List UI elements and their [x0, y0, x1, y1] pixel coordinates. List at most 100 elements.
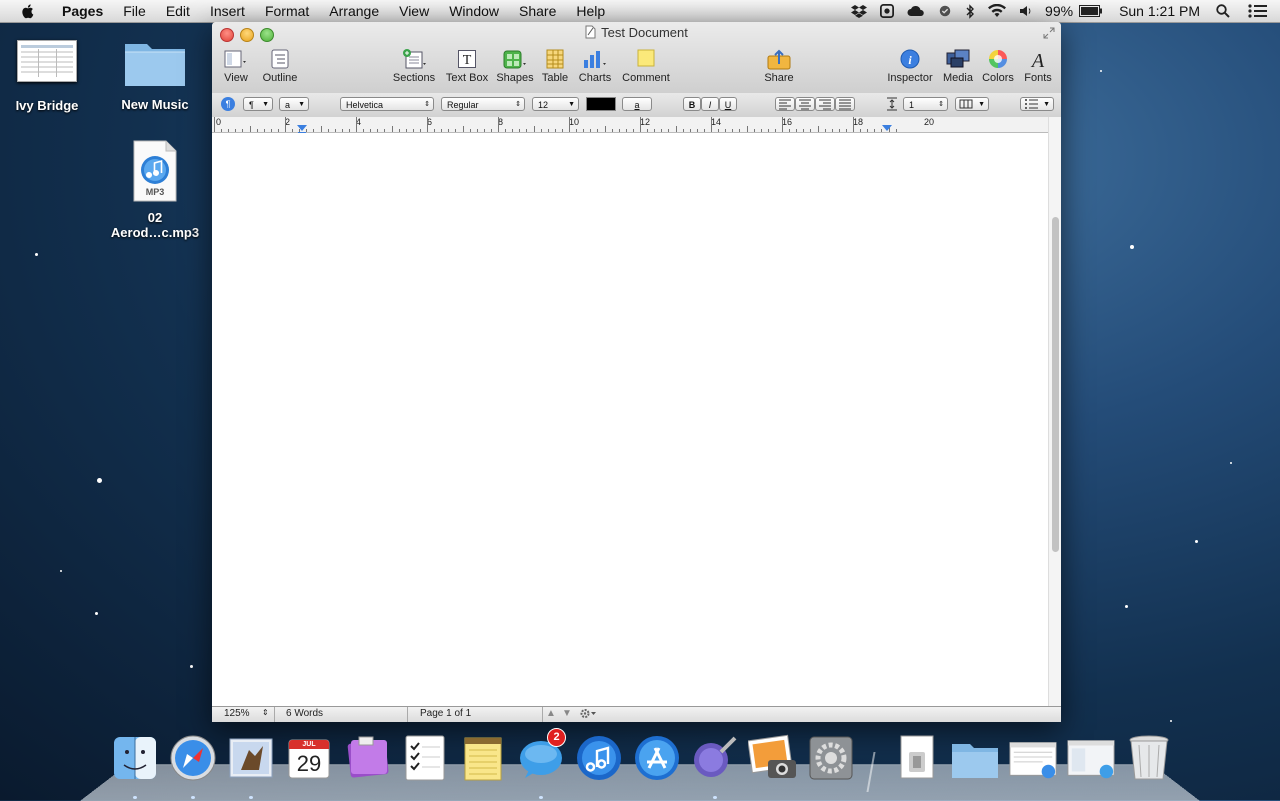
menu-insert[interactable]: Insert: [200, 3, 255, 19]
italic-button[interactable]: I: [701, 97, 719, 111]
outline-label: Outline: [262, 72, 298, 84]
word-count[interactable]: 6 Words: [286, 708, 323, 719]
dock-preview[interactable]: [690, 732, 740, 784]
cloud-icon[interactable]: [907, 5, 925, 17]
dock-notebook[interactable]: [342, 732, 392, 784]
media-button[interactable]: Media: [940, 48, 976, 84]
outline-button[interactable]: Outline: [258, 48, 302, 84]
screen-record-icon[interactable]: [879, 4, 895, 18]
dock-messages[interactable]: 2: [516, 728, 566, 784]
ruler-tick: [455, 129, 457, 132]
dock-finder[interactable]: [110, 732, 160, 784]
styles-drawer-icon[interactable]: ¶: [221, 97, 235, 111]
columns-popup[interactable]: ▼: [955, 97, 989, 111]
fullscreen-icon[interactable]: [1043, 26, 1055, 44]
spotlight-search-icon[interactable]: [1216, 4, 1230, 18]
menu-app-pages[interactable]: Pages: [52, 3, 113, 19]
ruler-tick: [561, 129, 563, 132]
wifi-icon[interactable]: [987, 4, 1007, 18]
ruler[interactable]: 0 2 4 6 8 10 12 14 16 18 20: [212, 117, 1049, 135]
table-button[interactable]: Table: [540, 48, 570, 84]
menu-window[interactable]: Window: [439, 3, 509, 19]
battery-icon[interactable]: [1079, 5, 1103, 17]
menu-bar: Pages File Edit Insert Format Arrange Vi…: [0, 0, 1280, 23]
volume-icon[interactable]: [1019, 4, 1033, 18]
zoom-stepper-icon[interactable]: ⇕: [262, 708, 269, 717]
bluetooth-icon[interactable]: [965, 3, 975, 19]
highlight-color-well[interactable]: a: [622, 97, 652, 111]
text-color-well[interactable]: [586, 97, 616, 111]
gear-icon[interactable]: [579, 707, 597, 722]
align-center-button[interactable]: [795, 97, 815, 111]
dropbox-icon[interactable]: [851, 4, 868, 18]
inspector-button[interactable]: i Inspector: [886, 48, 934, 84]
paragraph-style-popup[interactable]: ¶ ▼: [243, 97, 273, 111]
document-page[interactable]: [212, 133, 1046, 707]
previous-page-icon[interactable]: ▲: [546, 708, 556, 719]
ruler-tick: [405, 129, 407, 132]
menu-edit[interactable]: Edit: [156, 3, 200, 19]
typeface-popup[interactable]: Regular ⇕: [441, 97, 525, 111]
notification-center-icon[interactable]: [1248, 4, 1268, 18]
dock-documents-stack[interactable]: [892, 732, 942, 784]
vertical-scrollbar[interactable]: [1048, 117, 1061, 707]
dock-screenshot-stack[interactable]: [1008, 732, 1058, 784]
align-right-button[interactable]: [815, 97, 835, 111]
scrollbar-thumb[interactable]: [1052, 217, 1059, 552]
running-indicator: [133, 796, 137, 799]
desktop-icon-ivy-bridge[interactable]: Ivy Bridge: [10, 40, 84, 113]
inspector-icon: i: [886, 48, 934, 70]
text-box-button[interactable]: T Text Box: [444, 48, 490, 84]
view-button[interactable]: View: [222, 48, 250, 84]
menu-file[interactable]: File: [113, 3, 156, 19]
dock-mail[interactable]: [226, 732, 276, 784]
justify-button[interactable]: [835, 97, 855, 111]
charts-button[interactable]: Charts: [576, 48, 614, 84]
battery-percent[interactable]: 99%: [1045, 3, 1073, 19]
font-size-field[interactable]: 12 ▼: [532, 97, 579, 111]
dock-system-preferences[interactable]: [806, 732, 856, 784]
ruler-tick: [285, 117, 286, 132]
menu-arrange[interactable]: Arrange: [319, 3, 389, 19]
sync-icon[interactable]: [937, 4, 953, 18]
line-spacing-field[interactable]: 1 ⇕: [903, 97, 948, 111]
next-page-icon[interactable]: ▼: [562, 708, 572, 719]
menu-help[interactable]: Help: [566, 3, 615, 19]
dock-reminders[interactable]: [400, 732, 450, 784]
fonts-button[interactable]: A Fonts: [1020, 48, 1056, 84]
underline-button[interactable]: U: [719, 97, 737, 111]
dock-calendar[interactable]: JUL 29: [284, 732, 334, 784]
align-left-button[interactable]: [775, 97, 795, 111]
menu-share[interactable]: Share: [509, 3, 566, 19]
colors-button[interactable]: Colors: [980, 48, 1016, 84]
desktop-icon-mp3-file[interactable]: MP3 02 Aerod…c.mp3: [110, 140, 200, 240]
sections-button[interactable]: Sections: [392, 48, 436, 84]
ruler-tick: [434, 129, 436, 132]
inspector-label: Inspector: [887, 72, 933, 84]
zoom-popup[interactable]: 125%: [224, 708, 250, 719]
font-family-popup[interactable]: Helvetica ⇕: [340, 97, 434, 111]
desktop-icon-new-music[interactable]: New Music: [114, 38, 196, 112]
dock-messages-window[interactable]: [1066, 732, 1116, 784]
menu-format[interactable]: Format: [255, 3, 319, 19]
menu-view[interactable]: View: [389, 3, 439, 19]
dock-downloads-folder[interactable]: [950, 732, 1000, 784]
list-style-popup[interactable]: ▼: [1020, 97, 1054, 111]
bold-button[interactable]: B: [683, 97, 701, 111]
clock[interactable]: Sun 1:21 PM: [1119, 3, 1200, 19]
ruler-tick: [853, 117, 854, 132]
page-indicator[interactable]: Page 1 of 1: [420, 708, 471, 719]
shapes-button[interactable]: Shapes: [496, 48, 534, 84]
outline-icon: [258, 48, 302, 70]
comment-button[interactable]: Comment: [620, 48, 672, 84]
share-button[interactable]: Share: [762, 48, 796, 84]
ruler-tick: [696, 129, 698, 132]
dock-safari[interactable]: [168, 732, 218, 784]
character-style-popup[interactable]: a ▼: [279, 97, 309, 111]
dock-app-store[interactable]: [632, 732, 682, 784]
apple-menu-icon[interactable]: [18, 1, 38, 21]
dock-trash[interactable]: [1124, 732, 1174, 784]
dock-notes[interactable]: [458, 732, 508, 784]
dock-itunes[interactable]: [574, 732, 624, 784]
dock-iphoto[interactable]: [748, 732, 798, 784]
